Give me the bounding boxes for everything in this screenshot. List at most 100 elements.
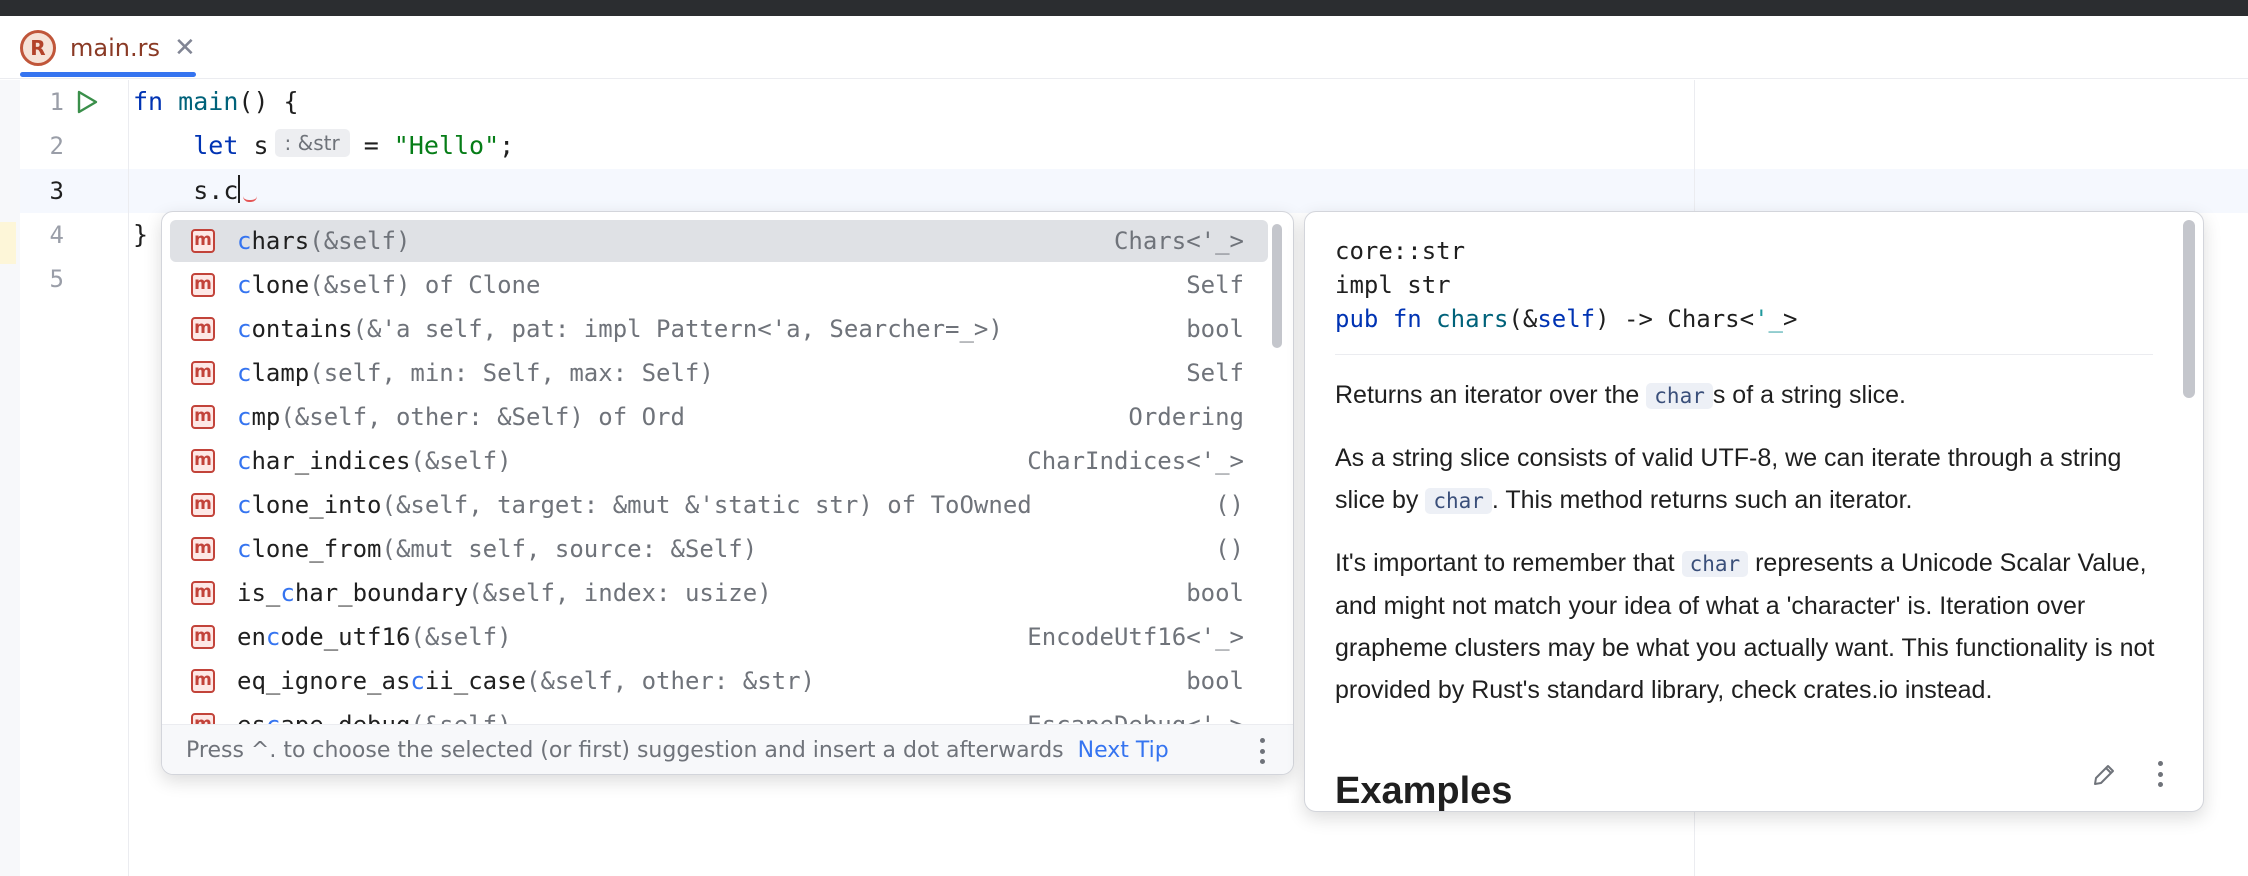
code-text: () {	[238, 87, 299, 116]
completion-match-highlight: c	[265, 623, 281, 651]
documentation-popup: core::str impl str pub fn chars(&self) -…	[1304, 211, 2204, 812]
close-icon[interactable]: ✕	[174, 33, 196, 63]
completion-item[interactable]: m eq_ignore_ascii_case(&self, other: &str…	[170, 660, 1268, 702]
text-caret	[238, 175, 241, 203]
completion-name-rest: ape_debug	[280, 711, 410, 724]
completion-scrollbar[interactable]	[1272, 224, 1282, 348]
completion-item[interactable]: m escape_debug(&self) EscapeDebug<'_>	[170, 704, 1268, 724]
completion-item[interactable]: m cmp(&self, other: &Self) of Ord Ordering	[170, 396, 1268, 438]
line-number: 4	[49, 221, 64, 249]
completion-match-highlight: c	[266, 711, 280, 724]
method-icon: m	[191, 625, 215, 649]
completion-item-params: (&self)	[309, 227, 411, 255]
completion-name-rest: ii_case	[424, 667, 526, 695]
doc-kw-fn: fn	[1392, 305, 1422, 333]
keyword-fn: fn	[133, 87, 164, 116]
completion-item-name: escape_debug(&self)	[237, 711, 512, 724]
method-icon: m	[191, 361, 215, 385]
doc-paragraph-3: It's important to remember that char rep…	[1335, 542, 2165, 711]
completion-item-type: bool	[1186, 579, 1244, 607]
completion-item[interactable]: m clamp(self, min: Self, max: Self) Self	[170, 352, 1268, 394]
doc-paragraph-2: As a string slice consists of valid UTF-…	[1335, 437, 2165, 522]
completion-name-prefix: es	[237, 711, 266, 724]
completion-item[interactable]: m is_char_boundary(&self, index: usize) bo…	[170, 572, 1268, 614]
completion-name-prefix: is_	[237, 579, 281, 607]
rust-file-icon: R	[20, 29, 56, 66]
completion-item-name: clamp(self, min: Self, max: Self)	[237, 359, 714, 387]
run-icon[interactable]	[74, 89, 100, 115]
completion-item-name: clone_from(&mut self, source: &Self)	[237, 535, 757, 563]
method-icon: m	[191, 317, 215, 341]
completion-name-rest: ontains	[251, 315, 353, 343]
completion-item-params: (&self, other: &Self) of Ord	[280, 403, 685, 431]
completion-item[interactable]: m char_indices(&self) CharIndices<'_>	[170, 440, 1268, 482]
completion-item[interactable]: m encode_utf16(&self) EncodeUtf16<'_>	[170, 616, 1268, 658]
doc-scrollbar[interactable]	[2183, 220, 2195, 398]
doc-lifetime: '_	[1754, 305, 1783, 333]
completion-match-highlight: c	[237, 403, 252, 431]
doc-examples-heading: Examples	[1335, 770, 1513, 812]
completion-item-type: bool	[1186, 667, 1244, 695]
completion-item[interactable]: m clone(&self) of Clone Self	[170, 264, 1268, 306]
completion-popup: m chars(&self) Chars<'_> m clone(&self) of C…	[161, 211, 1294, 775]
completion-item-params: (&self) of Clone	[309, 271, 541, 299]
type-inlay-hint: : &str	[274, 129, 350, 157]
code-text: s.c	[193, 176, 239, 205]
completion-item-params: (&mut self, source: &Self)	[381, 535, 758, 563]
completion-item-type: Ordering	[1128, 403, 1244, 431]
completion-name-rest: lamp	[251, 359, 310, 387]
completion-match-highlight: c	[410, 667, 425, 695]
doc-divider	[1335, 354, 2153, 355]
method-icon: m	[191, 449, 215, 473]
completion-item-name: clone_into(&self, target: &mut &'static …	[237, 491, 1032, 519]
method-icon: m	[191, 537, 215, 561]
next-tip-link[interactable]: Next Tip	[1078, 738, 1169, 763]
doc-text: s of a string slice.	[1712, 381, 1906, 409]
completion-item-params: (self, min: Self, max: Self)	[309, 359, 714, 387]
code-line-3[interactable]: 3 s.c	[0, 169, 1300, 213]
completion-item-params: (&self)	[410, 623, 512, 651]
completion-match-highlight: c	[237, 315, 252, 343]
completion-item-params: (&self)	[410, 447, 512, 475]
code-text: =	[363, 131, 394, 160]
method-icon: m	[191, 493, 215, 517]
doc-signature: core::str impl str pub fn chars(&self) -…	[1335, 234, 1797, 336]
completion-item-type: Self	[1186, 271, 1244, 299]
completion-match-highlight: c	[237, 227, 252, 255]
completion-item-name: char_indices(&self)	[237, 447, 512, 475]
completion-name-rest: har_indices	[251, 447, 411, 475]
completion-item[interactable]: m chars(&self) Chars<'_>	[170, 220, 1268, 262]
pencil-icon[interactable]	[2089, 760, 2119, 790]
completion-item-type: Chars<'_>	[1113, 227, 1244, 255]
doc-kw-self: self	[1537, 305, 1596, 333]
method-icon: m	[191, 713, 215, 724]
completion-item-type: ()	[1215, 491, 1244, 519]
code-text: ;	[499, 131, 515, 160]
completion-item-name: encode_utf16(&self)	[237, 623, 512, 651]
doc-text: Returns an iterator over the	[1335, 381, 1647, 409]
code-line-1[interactable]: 1 fn main() {	[0, 80, 1300, 124]
completion-match-highlight: c	[237, 447, 252, 475]
doc-text: . This method returns such an iterator.	[1491, 486, 1913, 514]
inline-code: char	[1681, 551, 1749, 577]
completion-item[interactable]: m clone_into(&self, target: &mut &'static…	[170, 484, 1268, 526]
doc-body: Returns an iterator over the char s of a …	[1335, 374, 2165, 731]
more-options-icon[interactable]	[1259, 738, 1265, 764]
completion-item-name: eq_ignore_ascii_case(&self, other: &str)	[237, 667, 815, 695]
keyword-let: let	[193, 131, 239, 160]
tab-main-rs[interactable]: R main.rs ✕	[20, 16, 196, 79]
line-number: 5	[49, 265, 64, 293]
completion-match-highlight: c	[237, 271, 252, 299]
completion-item-params: (&'a self, pat: impl Pattern<'a, Searche…	[352, 315, 1003, 343]
completion-item-type: bool	[1186, 315, 1244, 343]
completion-item-params: (&self)	[410, 711, 511, 724]
completion-item-name: clone(&self) of Clone	[237, 271, 540, 299]
doc-more-options-icon[interactable]	[2157, 761, 2163, 787]
completion-name-rest: hars	[251, 227, 310, 255]
completion-list: m chars(&self) Chars<'_> m clone(&self) of C…	[162, 212, 1282, 724]
code-line-2[interactable]: 2 let s: &str = "Hello";	[0, 124, 1300, 168]
completion-item[interactable]: m contains(&'a self, pat: impl Pattern<'a…	[170, 308, 1268, 350]
completion-item[interactable]: m clone_from(&mut self, source: &Self)()	[170, 528, 1268, 570]
line-number: 2	[49, 132, 64, 160]
method-icon: m	[191, 229, 215, 253]
